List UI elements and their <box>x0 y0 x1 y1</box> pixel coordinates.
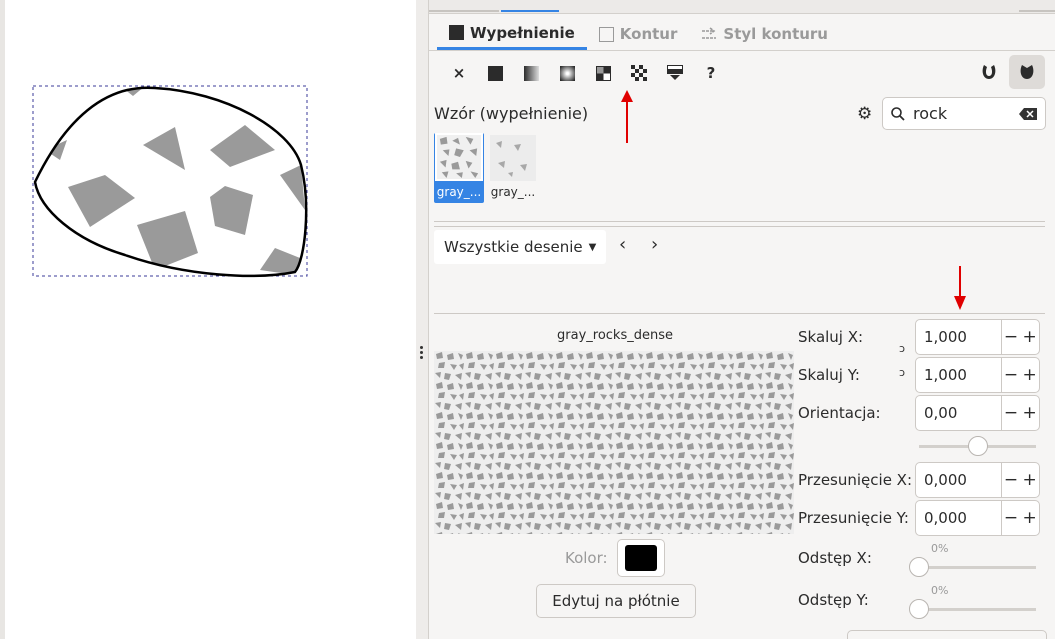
plus-button[interactable]: + <box>1020 508 1039 528</box>
orientation-spinbox[interactable]: 0,00 − + <box>915 395 1040 431</box>
plus-button[interactable]: + <box>1020 403 1039 423</box>
orientation-label: Orientacja: <box>798 404 881 422</box>
fill-rule-evenodd-button[interactable] <box>971 55 1007 89</box>
fill-stroke-tabs: Wypełnienie Kontur Styl konturu <box>437 18 840 50</box>
linear-gradient-icon <box>523 65 539 81</box>
minus-button[interactable]: − <box>1002 327 1021 347</box>
offset-x-spinbox[interactable]: 0,000 − + <box>915 462 1040 498</box>
offset-x-input[interactable]: 0,000 <box>916 463 1002 497</box>
drawing-canvas[interactable] <box>0 0 416 639</box>
no-paint-button[interactable]: × <box>441 58 477 88</box>
gear-icon[interactable]: ⚙ <box>857 104 872 124</box>
tab-stroke-paint[interactable]: Kontur <box>587 18 690 50</box>
gap-x-slider-handle[interactable] <box>909 557 929 577</box>
gap-x-slider[interactable] <box>919 566 1036 569</box>
gap-x-label: Odstęp X: <box>798 549 872 567</box>
swatch-icon <box>667 65 683 80</box>
pattern-thumb-image <box>435 133 483 181</box>
gap-y-label: Odstęp Y: <box>798 591 869 609</box>
fill-rule-buttons <box>971 55 1045 89</box>
linear-gradient-button[interactable] <box>513 58 549 88</box>
scale-y-input[interactable]: 1,000 <box>916 358 1002 392</box>
stroke-square-icon <box>598 26 614 42</box>
scale-y-spinbox[interactable]: 1,000 − + <box>915 357 1040 393</box>
orientation-input[interactable]: 0,00 <box>916 396 1002 430</box>
color-swatch <box>625 545 657 571</box>
tab-fill[interactable]: Wypełnienie <box>437 18 587 50</box>
orientation-slider-handle[interactable] <box>967 436 988 456</box>
chevron-left-icon: ‹ <box>619 234 627 255</box>
fill-rule-nonzero-button[interactable] <box>1009 55 1045 89</box>
flat-color-icon <box>487 65 503 81</box>
pattern-search-box[interactable]: rock <box>882 97 1046 130</box>
annotation-arrow-down <box>954 266 966 310</box>
mesh-gradient-icon <box>595 65 611 81</box>
plus-button[interactable]: + <box>1020 470 1039 490</box>
scale-x-label: Skaluj X: <box>798 328 864 346</box>
nonzero-icon <box>1020 65 1034 79</box>
chevron-down-icon: ▼ <box>588 241 597 253</box>
pattern-button[interactable] <box>621 58 657 88</box>
pattern-color-button[interactable] <box>617 539 665 577</box>
question-icon: ? <box>706 64 716 82</box>
edit-on-canvas-button[interactable]: Edytuj na płótnie <box>536 584 696 618</box>
pattern-thumbnails: gray_... gray_... <box>434 133 538 203</box>
drag-handle-icon[interactable] <box>420 346 424 360</box>
unset-paint-button[interactable]: ? <box>693 58 729 88</box>
clear-search-icon[interactable] <box>1019 107 1037 120</box>
fill-mode-buttons: × ? <box>441 58 729 88</box>
pattern-preview <box>434 351 794 534</box>
offset-y-input[interactable]: 0,000 <box>916 501 1002 535</box>
gap-y-slider-handle[interactable] <box>909 599 929 619</box>
gap-y-value: 0% <box>931 584 949 597</box>
stroke-style-icon <box>702 27 717 39</box>
mesh-gradient-button[interactable] <box>585 58 621 88</box>
search-icon <box>891 106 905 121</box>
pattern-thumb[interactable]: gray_... <box>434 133 484 203</box>
pattern-collection-dropdown[interactable]: Wszystkie desenie ▼ <box>434 230 607 264</box>
prev-collection-button[interactable]: ‹ <box>619 234 626 255</box>
fill-square-icon <box>449 25 464 40</box>
scale-x-input[interactable]: 1,000 <box>916 320 1002 354</box>
bottom-button[interactable] <box>847 630 1047 639</box>
annotation-arrow-up <box>621 90 633 143</box>
fill-stroke-panel: Wypełnienie Kontur Styl konturu × ? Wzór… <box>429 0 1055 639</box>
panel-divider[interactable] <box>416 0 429 639</box>
pattern-section-label: Wzór (wypełnienie) <box>434 104 589 123</box>
minus-button[interactable]: − <box>1002 365 1021 385</box>
scale-y-label: Skaluj Y: <box>798 366 860 384</box>
radial-gradient-button[interactable] <box>549 58 585 88</box>
dock-tab-strip <box>429 0 1055 14</box>
scale-x-spinbox[interactable]: 1,000 − + <box>915 319 1040 355</box>
pattern-name: gray_rocks_dense <box>557 328 673 343</box>
flat-color-button[interactable] <box>477 58 513 88</box>
minus-button[interactable]: − <box>1002 508 1021 528</box>
pattern-thumb-image <box>490 135 536 181</box>
evenodd-icon <box>982 65 996 79</box>
offset-y-label: Przesunięcie Y: <box>798 509 909 527</box>
search-input[interactable]: rock <box>913 104 1011 123</box>
offset-y-spinbox[interactable]: 0,000 − + <box>915 500 1040 536</box>
color-label: Kolor: <box>565 549 608 567</box>
link-scale-icon[interactable]: ↄↄ <box>899 343 905 379</box>
canvas-drawing <box>32 85 308 278</box>
minus-button[interactable]: − <box>1002 470 1021 490</box>
next-collection-button[interactable]: › <box>651 234 658 255</box>
minus-button[interactable]: − <box>1002 403 1021 423</box>
radial-gradient-icon <box>559 65 575 81</box>
plus-button[interactable]: + <box>1020 365 1039 385</box>
chevron-right-icon: › <box>651 234 659 255</box>
pattern-thumb[interactable]: gray_... <box>488 133 538 203</box>
plus-button[interactable]: + <box>1020 327 1039 347</box>
gap-y-slider[interactable] <box>919 608 1036 611</box>
close-icon: × <box>452 64 466 82</box>
pattern-icon <box>631 65 647 81</box>
swatch-button[interactable] <box>657 58 693 88</box>
gap-x-value: 0% <box>931 542 949 555</box>
tab-stroke-style[interactable]: Styl konturu <box>689 18 840 50</box>
offset-x-label: Przesunięcie X: <box>798 471 913 489</box>
